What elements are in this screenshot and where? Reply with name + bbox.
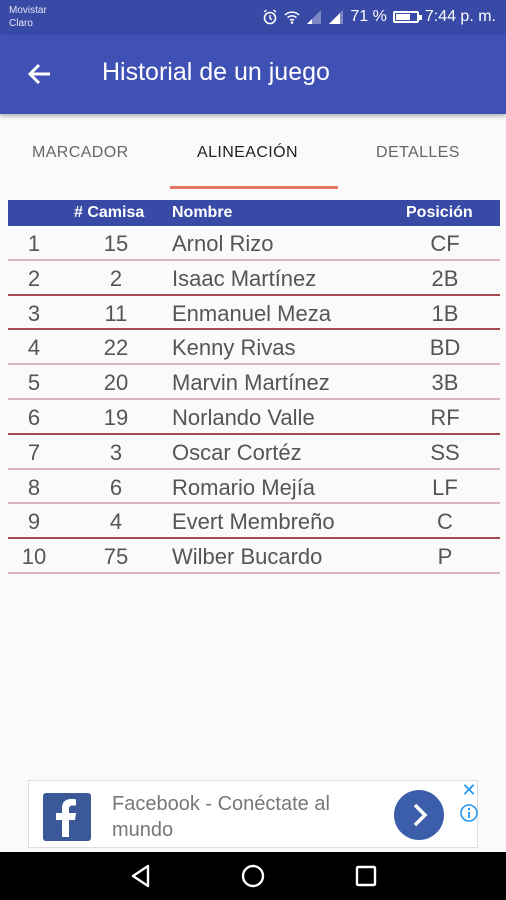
cell-nombre: Marvin Martínez: [172, 370, 330, 396]
cell-camisa: 6: [109, 474, 123, 500]
cell-camisa: 11: [104, 300, 128, 326]
tab-bar: MARCADOR ALINEACIÓN DETALLES: [0, 114, 506, 192]
back-triangle-icon[interactable]: [125, 860, 157, 892]
status-icons: 71 % 7:44 p. m.: [262, 7, 496, 27]
page-title: Historial de un juego: [102, 58, 330, 86]
cell-order: 6: [27, 404, 41, 430]
cell-posicion: CF: [430, 231, 460, 256]
header-nombre: Nombre: [172, 204, 233, 221]
cell-camisa: 2: [109, 265, 123, 291]
wifi-icon: [284, 9, 300, 25]
home-circle-icon[interactable]: [237, 860, 269, 892]
cell-order: 1: [27, 231, 41, 256]
cell-nombre: Wilber Bucardo: [172, 544, 323, 570]
carrier-info: Movistar Claro: [9, 4, 47, 30]
cell-posicion: RF: [430, 404, 460, 430]
table-row: 8 6 Romario Mejía LF: [8, 470, 500, 505]
tab-indicator: [170, 186, 338, 189]
ad-banner[interactable]: Facebook - Conéctate al mundo ✕: [28, 780, 478, 848]
tab-alineacion[interactable]: ALINEACIÓN: [197, 144, 298, 162]
cell-order: 5: [27, 370, 41, 396]
cell-posicion: 3B: [431, 370, 459, 396]
arrow-back-icon[interactable]: [24, 58, 56, 90]
tab-marcador[interactable]: MARCADOR: [32, 144, 129, 162]
status-bar: Movistar Claro 71 % 7:44 p. m.: [0, 0, 506, 34]
cell-order: 10: [21, 544, 47, 570]
table-row: 4 22 Kenny Rivas BD: [8, 330, 500, 366]
cell-nombre: Oscar Cortéz: [172, 439, 302, 465]
table-row: 5 20 Marvin Martínez 3B: [8, 365, 500, 400]
cell-nombre: Evert Membreño: [172, 509, 335, 535]
system-nav-bar: [0, 852, 506, 900]
cell-posicion: 1B: [431, 300, 459, 326]
cell-camisa: 19: [103, 404, 129, 430]
cell-posicion: BD: [429, 335, 461, 361]
table-row: 10 75 Wilber Bucardo P: [8, 539, 500, 574]
recents-square-icon[interactable]: [350, 860, 382, 892]
cell-order: 8: [27, 474, 41, 500]
cell-posicion: 2B: [431, 265, 459, 291]
battery-percent: 71 %: [350, 8, 387, 25]
cell-posicion: C: [437, 509, 453, 535]
close-icon[interactable]: ✕: [459, 781, 479, 801]
cell-camisa: 15: [103, 231, 129, 256]
cell-posicion: SS: [430, 439, 460, 465]
cell-nombre: Norlando Valle: [172, 404, 315, 430]
info-icon[interactable]: [459, 803, 479, 823]
cell-camisa: 4: [109, 509, 123, 535]
signal-1-icon: [306, 9, 322, 25]
facebook-icon: [43, 793, 91, 841]
cell-nombre: Arnol Rizo: [172, 231, 274, 256]
cell-posicion: LF: [432, 474, 458, 500]
ad-text[interactable]: Facebook - Conéctate al mundo: [112, 791, 382, 843]
cell-camisa: 22: [103, 335, 129, 361]
table-row: 3 11 Enmanuel Meza 1B: [8, 296, 500, 331]
chevron-right-icon[interactable]: [394, 790, 444, 840]
cell-nombre: Isaac Martínez: [172, 265, 317, 291]
cell-order: 3: [27, 300, 41, 326]
alarm-icon: [262, 9, 278, 25]
header-posicion: Posición: [406, 204, 473, 221]
cell-camisa: 20: [103, 370, 129, 396]
cell-order: 2: [27, 265, 41, 291]
cell-camisa: 3: [109, 439, 123, 465]
battery-icon: [392, 11, 422, 23]
cell-order: 7: [27, 439, 41, 465]
table-header: # Camisa Nombre Posición: [8, 200, 500, 226]
carrier-name-2: Claro: [9, 18, 33, 29]
cell-nombre: Kenny Rivas: [172, 335, 296, 361]
table-row: 9 4 Evert Membreño C: [8, 504, 500, 540]
cell-order: 4: [27, 335, 41, 361]
header-camisa: # Camisa: [74, 204, 145, 221]
cell-nombre: Enmanuel Meza: [172, 300, 331, 326]
table-row: 2 2 Isaac Martínez 2B: [8, 261, 500, 296]
table-row: 1 15 Arnol Rizo CF: [8, 226, 500, 261]
table-row: 7 3 Oscar Cortéz SS: [8, 435, 500, 470]
signal-2-icon: [328, 9, 344, 25]
cell-nombre: Romario Mejía: [172, 474, 316, 500]
lineup-table: # Camisa Nombre Posición 1 15 Arnol Rizo…: [8, 200, 500, 574]
carrier-name-1: Movistar: [9, 5, 47, 16]
cell-order: 9: [27, 509, 41, 535]
cell-camisa: 75: [103, 544, 129, 570]
app-bar: Historial de un juego: [0, 34, 506, 114]
battery-fill: [395, 14, 411, 20]
cell-posicion: P: [437, 544, 453, 570]
table-row: 6 19 Norlando Valle RF: [8, 400, 500, 435]
tab-detalles[interactable]: DETALLES: [376, 144, 460, 162]
clock: 7:44 p. m.: [424, 8, 496, 25]
